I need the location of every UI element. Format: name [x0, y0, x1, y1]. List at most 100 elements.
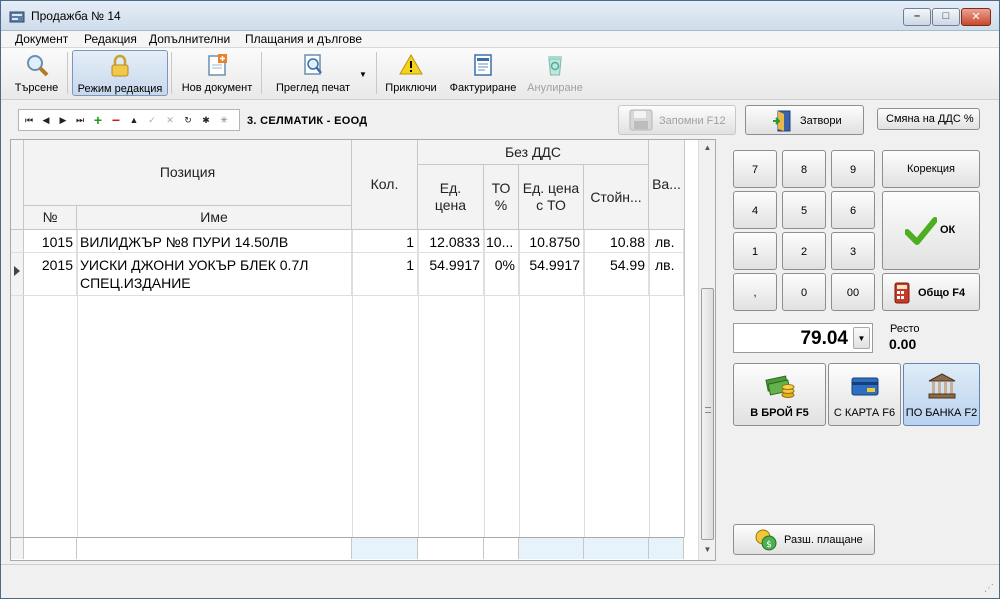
row-quantity: 1: [352, 253, 418, 295]
credit-card-icon: [851, 377, 878, 396]
no-vat-header: Без ДДС: [418, 140, 649, 165]
add-record-icon[interactable]: +: [91, 113, 105, 127]
to-percent-header[interactable]: ТО %: [484, 165, 519, 230]
ok-button[interactable]: ОК: [882, 191, 980, 270]
correction-button[interactable]: Корекция: [882, 150, 980, 188]
row-name: ВИЛИДЖЪР №8 ПУРИ 14.50ЛВ: [77, 230, 352, 252]
key-0[interactable]: 0: [782, 273, 826, 311]
change-vat-button[interactable]: Смяна на ДДС %: [877, 108, 980, 130]
scroll-up-icon[interactable]: ▲: [699, 143, 715, 152]
row-unit-price-to: 10.8750: [519, 230, 584, 252]
resize-grip-icon[interactable]: ⋰: [984, 583, 996, 595]
print-preview-button[interactable]: Преглед печат: [269, 50, 357, 96]
key-comma[interactable]: ,: [733, 273, 777, 311]
new-document-button[interactable]: Нов документ: [177, 50, 257, 96]
first-record-icon[interactable]: ⏮: [22, 113, 36, 127]
scroll-down-icon[interactable]: ▼: [699, 545, 715, 554]
key-3[interactable]: 3: [831, 232, 875, 270]
row-currency: лв.: [649, 230, 684, 252]
unit-price-header[interactable]: Ед. цена: [418, 165, 484, 230]
table-row[interactable]: 2015 УИСКИ ДЖОНИ УОКЪР БЛЕК 0.7Л СПЕЦ.ИЗ…: [11, 253, 684, 296]
cancel-document-button[interactable]: Анулиране: [523, 50, 587, 96]
key-2[interactable]: 2: [782, 232, 826, 270]
window-title: Продажба № 14: [31, 9, 121, 23]
close-button[interactable]: Затвори: [745, 105, 864, 135]
save-button[interactable]: Запомни F12: [618, 105, 736, 135]
menu-edit[interactable]: Редакция: [84, 32, 137, 46]
close-icon: ✕: [971, 11, 981, 23]
key-9[interactable]: 9: [831, 150, 875, 188]
delete-record-icon[interactable]: −: [109, 113, 123, 127]
amount-value: 79.04: [800, 328, 848, 349]
next-record-icon[interactable]: ▶: [56, 113, 70, 127]
amount-dropdown[interactable]: ▼: [853, 327, 870, 349]
minimize-button[interactable]: –: [903, 8, 931, 26]
company-name: 3. СЕЛМАТИК - ЕООД: [247, 115, 368, 127]
record-navigator: ⏮ ◀ ▶ ⏭ + − ▲ ✓ ✕ ↻ ✱ ✳: [18, 109, 240, 131]
row-to-percent: 0%: [484, 253, 519, 295]
cancel-edit-icon[interactable]: ✕: [163, 113, 177, 127]
row-unit-price: 12.0833: [418, 230, 484, 252]
menu-payments-debts[interactable]: Плащания и дългове: [245, 32, 362, 46]
value-header[interactable]: Стойн...: [584, 165, 649, 230]
name-header[interactable]: Име: [77, 206, 352, 230]
edit-mode-button[interactable]: Режим редакция: [72, 50, 168, 96]
row-unit-price: 54.9917: [418, 253, 484, 295]
row-quantity: 1: [352, 230, 418, 252]
apply-filter-icon[interactable]: ✱: [199, 113, 213, 127]
row-value: 10.88: [584, 230, 649, 252]
key-4[interactable]: 4: [733, 191, 777, 229]
key-6[interactable]: 6: [831, 191, 875, 229]
invoice-button[interactable]: Фактуриране: [446, 50, 520, 96]
search-icon: [26, 55, 48, 77]
total-button[interactable]: Общо F4: [882, 273, 980, 311]
invoice-icon: [474, 54, 492, 76]
indicator-header: [11, 140, 24, 230]
vertical-scrollbar[interactable]: ▲ ▼: [698, 140, 715, 560]
menu-additional[interactable]: Допълнителни: [149, 32, 230, 46]
print-preview-icon: [304, 54, 322, 75]
pay-bank-button[interactable]: ПО БАНКА F2: [903, 363, 980, 426]
maximize-button[interactable]: □: [932, 8, 960, 26]
row-name: УИСКИ ДЖОНИ УОКЪР БЛЕК 0.7Л СПЕЦ.ИЗДАНИЕ: [77, 253, 352, 295]
row-value: 54.99: [584, 253, 649, 295]
key-8[interactable]: 8: [782, 150, 826, 188]
quantity-header[interactable]: Кол.: [352, 140, 418, 230]
chevron-down-icon: ▼: [857, 334, 866, 343]
unit-price-to-header[interactable]: Ед. цена с ТО: [519, 165, 584, 230]
prior-record-icon[interactable]: ◀: [39, 113, 53, 127]
extended-payment-button[interactable]: $ Разш. плащане: [733, 524, 875, 555]
amount-field[interactable]: 79.04 ▼: [733, 323, 873, 353]
number-header[interactable]: №: [24, 206, 77, 230]
post-record-icon[interactable]: ✓: [145, 113, 159, 127]
recycle-bin-icon: [548, 56, 562, 76]
close-window-button[interactable]: ✕: [961, 8, 991, 26]
last-record-icon[interactable]: ⏭: [73, 113, 87, 127]
key-5[interactable]: 5: [782, 191, 826, 229]
bank-icon: [928, 373, 955, 399]
title-bar: Продажба № 14 – □ ✕: [1, 1, 999, 31]
items-grid: Позиция № Име Кол. Без ДДС Ед. цена ТО %…: [10, 139, 716, 561]
row-number: 2015: [24, 253, 77, 295]
change-value: 0.00: [889, 336, 917, 352]
row-number: 1015: [24, 230, 77, 252]
row-currency: лв.: [649, 253, 684, 295]
new-document-icon: [208, 54, 227, 76]
edit-record-icon[interactable]: ▲: [127, 113, 141, 127]
scroll-thumb[interactable]: [701, 288, 714, 540]
menu-document[interactable]: Документ: [15, 32, 68, 46]
table-row[interactable]: 1015 ВИЛИДЖЪР №8 ПУРИ 14.50ЛВ 1 12.0833 …: [11, 230, 684, 253]
key-7[interactable]: 7: [733, 150, 777, 188]
key-00[interactable]: 00: [831, 273, 875, 311]
minimize-icon: –: [913, 10, 921, 22]
refresh-icon[interactable]: ↻: [181, 113, 195, 127]
currency-header[interactable]: Ва...: [649, 140, 685, 230]
key-1[interactable]: 1: [733, 232, 777, 270]
print-preview-dropdown[interactable]: ▼: [358, 50, 370, 96]
finish-button[interactable]: Приключи: [381, 50, 441, 96]
status-bar: ⋰: [1, 564, 999, 598]
pay-cash-button[interactable]: В БРОЙ F5: [733, 363, 826, 426]
pay-card-button[interactable]: С КАРТА F6: [828, 363, 901, 426]
search-button[interactable]: Търсене: [9, 50, 64, 96]
cancel-filter-icon[interactable]: ✳: [217, 113, 231, 127]
